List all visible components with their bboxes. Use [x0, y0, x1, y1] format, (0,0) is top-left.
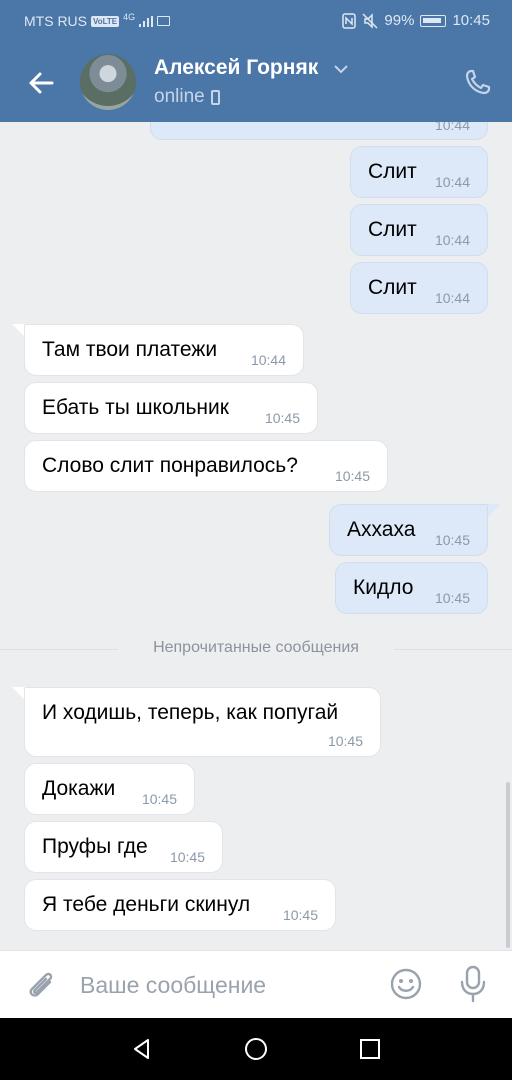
message-text: Слит: [368, 160, 417, 183]
message-bubble-outgoing[interactable]: Кидло 10:45: [335, 562, 488, 614]
message-time: 10:44: [434, 232, 470, 248]
message-bubble-outgoing[interactable]: Слит 10:44: [350, 146, 488, 198]
nav-back-icon[interactable]: [130, 1037, 154, 1061]
status-bar: MTS RUS VoLTE 4G 99% 10:45: [0, 0, 512, 42]
message-text: Кидло: [353, 576, 414, 599]
message-text: Ебать ты школьник: [42, 396, 229, 419]
message-text: Докажи: [42, 777, 116, 800]
message-input[interactable]: [80, 965, 380, 1005]
status-right: 99% 10:45: [342, 12, 490, 29]
message-composer: [0, 950, 512, 1018]
message-bubble-outgoing[interactable]: 10:44: [150, 122, 488, 140]
message-time: 10:44: [250, 352, 286, 368]
nav-recent-apps-icon[interactable]: [358, 1037, 382, 1061]
avatar[interactable]: [80, 54, 136, 110]
unread-divider-label: Непрочитанные сообщения: [153, 639, 359, 656]
volte-badge: VoLTE: [91, 15, 120, 27]
battery-icon: [420, 14, 447, 27]
status-time: 10:45: [452, 12, 490, 29]
message-time: 10:44: [434, 174, 470, 190]
message-text: Слит: [368, 218, 417, 241]
online-label: online: [154, 86, 205, 107]
online-status: online: [154, 86, 220, 108]
message-bubble-incoming[interactable]: Слово слит понравилось? 10:45: [24, 440, 388, 492]
message-text: Слит: [368, 276, 417, 299]
message-bubble-incoming[interactable]: Докажи 10:45: [24, 763, 195, 815]
emoji-icon[interactable]: [389, 967, 423, 1001]
bubble-tail: [487, 504, 501, 518]
nfc-icon: [342, 12, 357, 29]
microphone-icon[interactable]: [458, 965, 488, 1003]
message-bubble-outgoing[interactable]: Слит 10:44: [350, 262, 488, 314]
navigation-bar: [0, 1018, 512, 1080]
battery-percent: 99%: [384, 12, 415, 29]
message-list[interactable]: 10:44 Слит 10:44 Слит 10:44 Слит 10:44 Т…: [0, 122, 512, 950]
message-time: 10:45: [334, 468, 370, 484]
chat-header: Алексей Горняк online: [0, 42, 512, 122]
message-time: 10:44: [434, 290, 470, 306]
message-bubble-incoming[interactable]: Там твои платежи 10:44: [24, 324, 304, 376]
message-time: 10:45: [169, 849, 205, 865]
message-time: 10:45: [141, 791, 177, 807]
message-time: 10:45: [264, 410, 300, 426]
nav-home-icon[interactable]: [244, 1037, 268, 1061]
mobile-device-icon: [210, 89, 220, 105]
contact-name[interactable]: Алексей Горняк: [154, 56, 318, 80]
message-bubble-incoming[interactable]: Я тебе деньги скинул 10:45: [24, 879, 336, 931]
message-time: 10:45: [434, 532, 470, 548]
message-bubble-outgoing[interactable]: Слит 10:44: [350, 204, 488, 256]
message-time: 10:44: [434, 122, 470, 133]
message-time: 10:45: [282, 907, 318, 923]
unread-divider: Непрочитанные сообщения: [0, 639, 512, 656]
mute-icon: [362, 12, 378, 29]
message-text: Аххаха: [347, 518, 416, 541]
signal-icon: [139, 15, 154, 27]
network-label: 4G: [123, 12, 136, 22]
message-text: Там твои платежи: [42, 338, 218, 361]
paperclip-icon[interactable]: [24, 967, 58, 1003]
back-arrow-icon[interactable]: [26, 68, 56, 98]
message-text: Слово слит понравилось?: [42, 454, 298, 477]
message-bubble-incoming[interactable]: И ходишь, теперь, как попугай 10:45: [24, 687, 381, 757]
message-bubble-incoming[interactable]: Ебать ты школьник 10:45: [24, 382, 318, 434]
mail-icon: [157, 16, 171, 26]
chevron-down-icon[interactable]: [333, 64, 349, 74]
message-bubble-incoming[interactable]: Пруфы где 10:45: [24, 821, 223, 873]
status-left: MTS RUS VoLTE 4G: [24, 12, 171, 29]
message-bubble-outgoing[interactable]: Аххаха 10:45: [329, 504, 488, 556]
message-text: И ходишь, теперь, как попугай: [42, 701, 339, 724]
scrollbar[interactable]: [506, 782, 510, 948]
divider-line: [394, 649, 512, 650]
message-time: 10:45: [327, 733, 363, 749]
phone-call-icon[interactable]: [464, 68, 492, 96]
message-text: Пруфы где: [42, 835, 148, 858]
message-time: 10:45: [434, 590, 470, 606]
carrier-label: MTS RUS: [24, 13, 87, 29]
message-text: Я тебе деньги скинул: [42, 893, 251, 916]
